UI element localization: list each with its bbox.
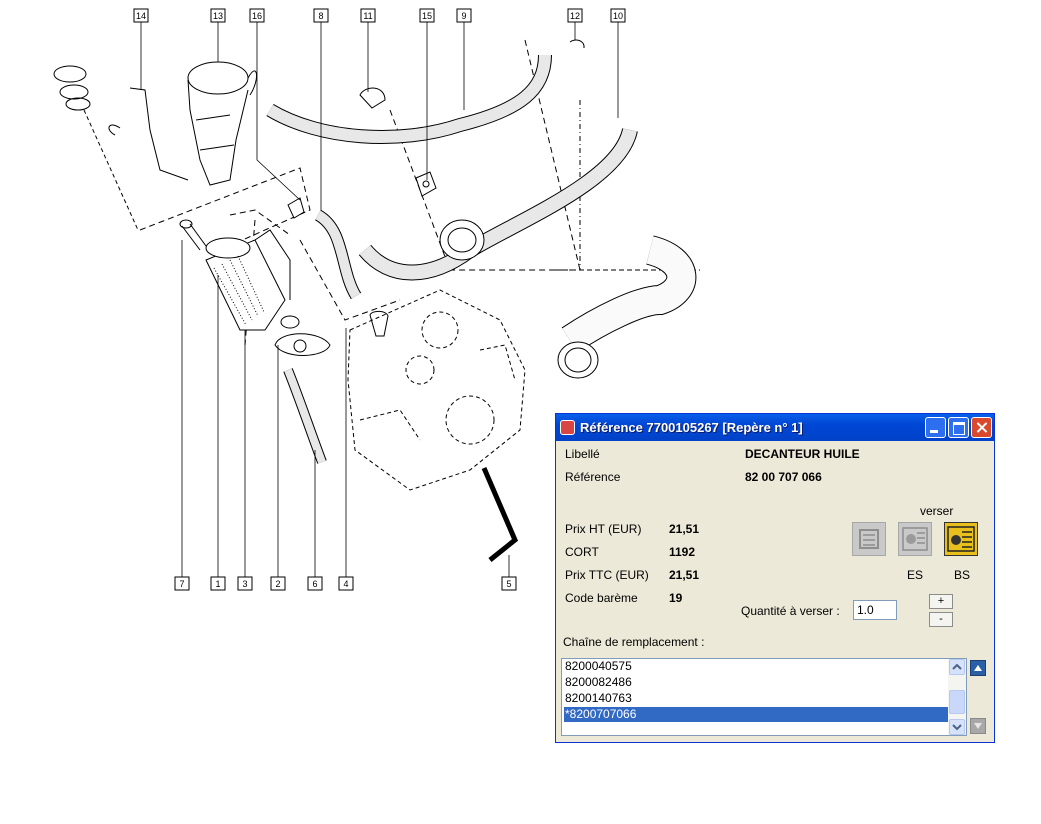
title-bar[interactable]: Référence 7700105267 [Repère n° 1]	[556, 414, 994, 441]
dipstick-drawing	[53, 65, 189, 231]
prix-ttc-value: 21,51	[669, 568, 700, 582]
libelle-label: Libellé	[565, 447, 600, 461]
intake-pipe-drawing	[557, 235, 697, 379]
callout-7: 7	[174, 576, 190, 591]
chevron-down-icon	[952, 724, 962, 731]
verser-es-button[interactable]	[898, 522, 932, 556]
callout-9-text: 9	[461, 11, 466, 21]
scroll-up-button[interactable]	[949, 659, 965, 675]
es-label: ES	[907, 568, 924, 582]
decrement-button[interactable]: -	[929, 612, 953, 627]
callout-8-text: 8	[318, 11, 323, 21]
prix-ttc-label: Prix TTC (EUR)	[565, 568, 649, 582]
libelle-value: DECANTEUR HUILE	[745, 447, 860, 461]
code-bareme-value: 19	[669, 591, 683, 605]
move-up-button[interactable]	[970, 660, 986, 676]
minimize-icon[interactable]	[925, 417, 946, 438]
cort-value: 1192	[669, 545, 696, 559]
callout-8: 8	[313, 8, 329, 23]
callout-6: 6	[307, 576, 323, 591]
callout-3: 3	[237, 576, 253, 591]
callout-3-text: 3	[242, 579, 247, 589]
chain-label: Chaîne de remplacement :	[563, 635, 705, 649]
callout-10-text: 10	[613, 11, 623, 21]
callout-1-text: 1	[215, 579, 220, 589]
callout-11: 11	[360, 8, 376, 23]
callout-13: 13	[210, 8, 226, 23]
code-bareme-label: Code barème	[565, 591, 638, 605]
maximize-icon[interactable]	[948, 417, 969, 438]
scroll-thumb[interactable]	[949, 690, 965, 714]
callout-11-text: 11	[363, 11, 372, 21]
list-item-selected[interactable]: *8200707066	[564, 707, 949, 722]
callout-6-text: 6	[312, 579, 317, 589]
callout-5-text: 5	[506, 579, 511, 589]
reference-label: Référence	[565, 470, 621, 484]
callout-14: 14	[133, 8, 149, 23]
callout-15: 15	[419, 8, 435, 23]
replacement-chain-list[interactable]: 8200040575 8200082486 8200140763 *820070…	[561, 658, 967, 736]
list-scrollbar[interactable]	[948, 659, 966, 735]
close-icon[interactable]	[971, 417, 992, 438]
cort-label: CORT	[565, 545, 599, 559]
callout-15-text: 15	[422, 11, 432, 21]
prix-ht-label: Prix HT (EUR)	[565, 522, 642, 536]
scroll-down-button[interactable]	[949, 719, 965, 735]
callout-12-text: 12	[570, 11, 580, 21]
callout-13-text: 13	[213, 11, 223, 21]
callout-1: 1	[210, 576, 226, 591]
triangle-up-icon	[974, 665, 982, 671]
prix-ht-value: 21,51	[669, 522, 700, 536]
callout-14-text: 14	[136, 11, 146, 21]
quantity-input[interactable]	[853, 600, 897, 620]
leader-lines	[140, 22, 619, 577]
decanter-drawing	[205, 229, 300, 331]
bs-label: BS	[954, 568, 971, 582]
move-down-button[interactable]	[970, 718, 986, 734]
verser-label: verser	[920, 504, 954, 518]
reference-value: 82 00 707 066	[745, 470, 822, 484]
callout-9: 9	[456, 8, 472, 23]
callout-4-text: 4	[343, 579, 348, 589]
callout-5: 5	[501, 576, 517, 591]
verser-bs-button[interactable]	[944, 522, 978, 556]
verser-oil-button[interactable]	[852, 522, 886, 556]
reference-dialog: Référence 7700105267 [Repère n° 1] Libel…	[555, 413, 995, 743]
quantity-label: Quantité à verser :	[741, 604, 840, 618]
increment-button[interactable]: +	[929, 594, 953, 609]
callout-16: 16	[249, 8, 265, 23]
chevron-up-icon	[952, 663, 962, 670]
separator-cover-drawing	[187, 61, 257, 186]
window-title: Référence 7700105267 [Repère n° 1]	[580, 420, 803, 435]
triangle-down-icon	[974, 723, 982, 729]
oil-can-icon	[859, 529, 879, 549]
callout-4: 4	[338, 576, 354, 591]
engine-bs-icon	[947, 526, 975, 552]
list-item[interactable]: 8200140763	[564, 691, 949, 706]
callout-2: 2	[270, 576, 286, 591]
bolt-drawing	[179, 219, 207, 251]
list-item[interactable]: 8200040575	[564, 659, 949, 674]
callout-7-text: 7	[179, 579, 184, 589]
callout-12: 12	[567, 8, 583, 23]
app-icon	[560, 420, 575, 435]
callout-2-text: 2	[275, 579, 280, 589]
list-item[interactable]: 8200082486	[564, 675, 949, 690]
callout-16-text: 16	[252, 11, 262, 21]
engine-es-icon	[902, 527, 928, 551]
callout-10: 10	[610, 8, 626, 23]
